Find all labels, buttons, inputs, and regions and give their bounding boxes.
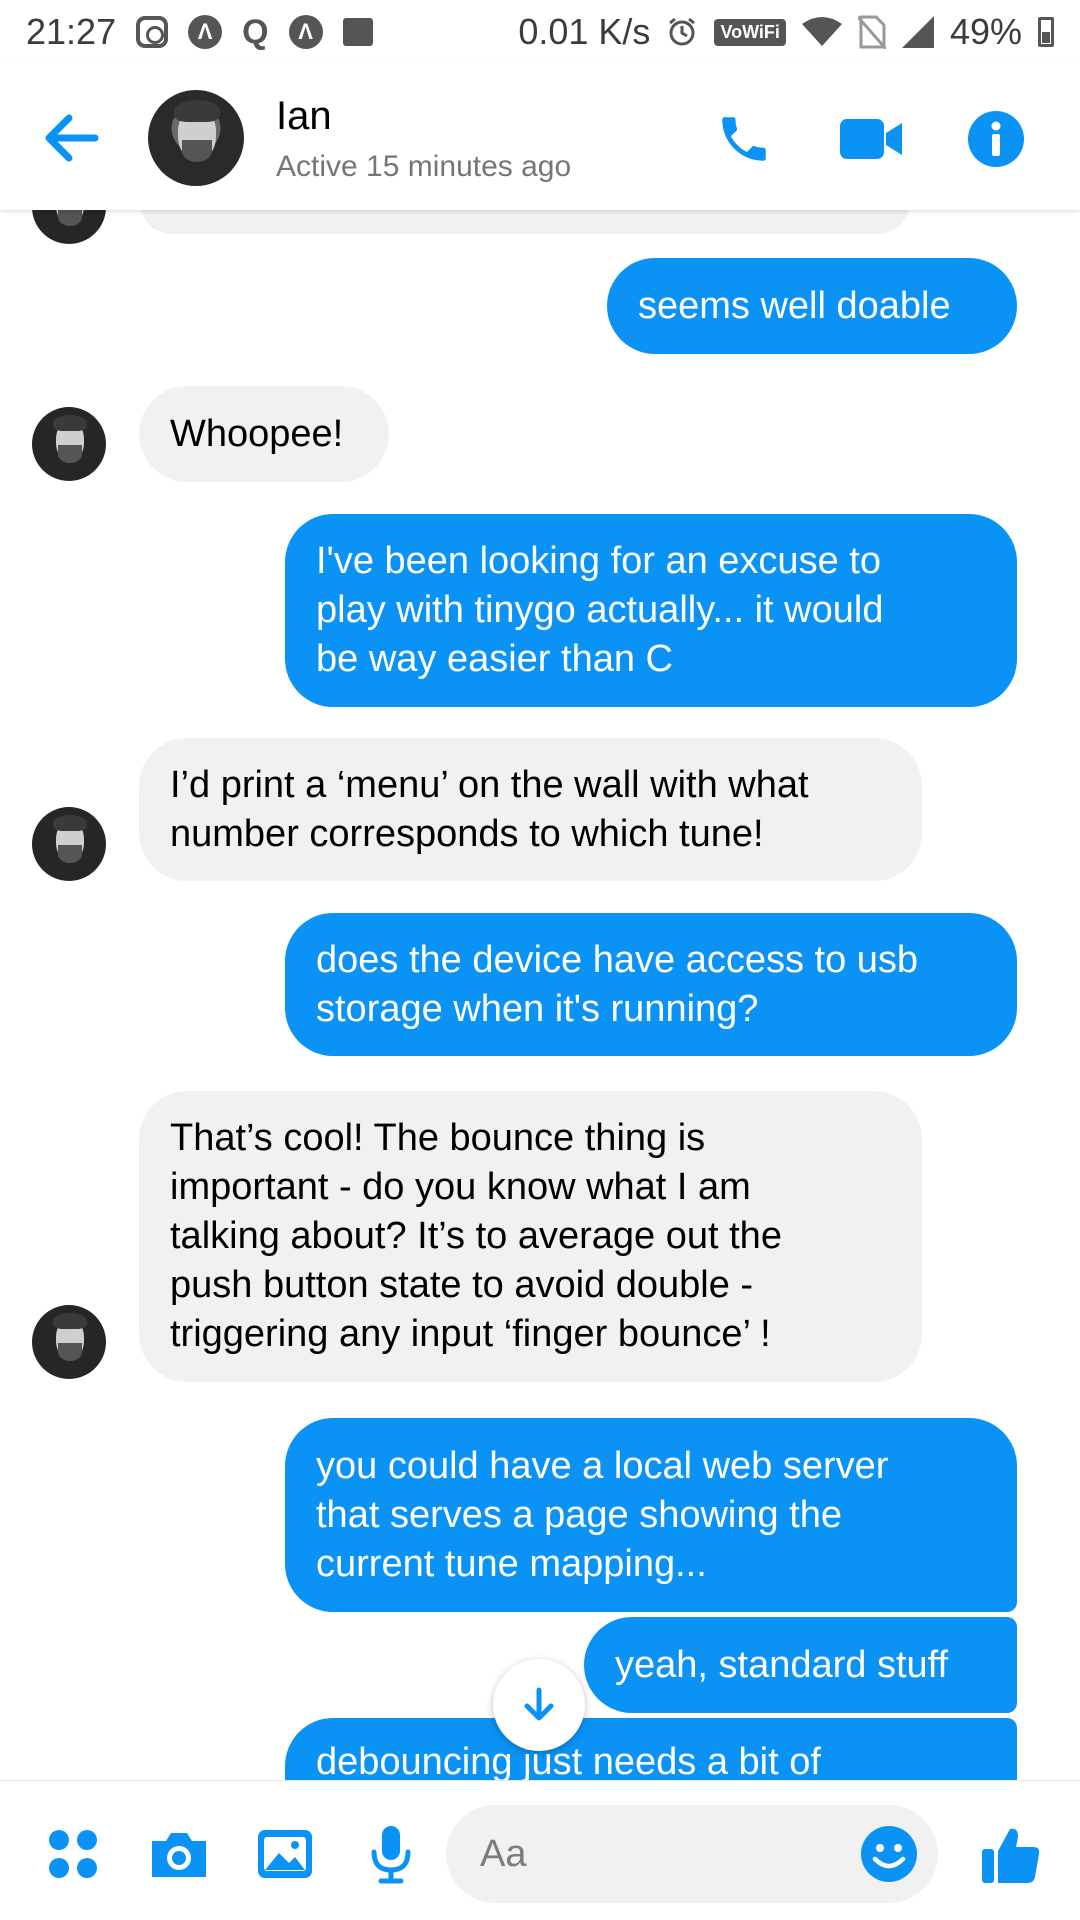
message-bubble-outgoing[interactable]: does the device have access to usb stora…	[285, 913, 1017, 1056]
sender-avatar	[32, 1305, 106, 1379]
camera-button[interactable]	[146, 1821, 212, 1887]
thumbs-up-icon	[982, 1828, 1040, 1883]
image-notification-icon	[342, 18, 373, 46]
microphone-icon	[371, 1826, 411, 1884]
apps-grid-icon	[49, 1830, 97, 1878]
more-actions-button[interactable]	[40, 1821, 106, 1887]
message-bubble-incoming[interactable]: That’s cool! The bounce thing is importa…	[139, 1091, 922, 1382]
arrow-down-icon	[524, 1687, 554, 1721]
signal-icon	[901, 16, 934, 48]
message-bubble-outgoing[interactable]: I've been looking for an excuse to play …	[285, 514, 1017, 707]
conversation-info-button[interactable]	[961, 104, 1031, 174]
arrow-left-icon	[45, 114, 99, 162]
message-bubble-incoming[interactable]: Whoopee!	[139, 386, 389, 482]
contact-avatar[interactable]	[148, 90, 244, 186]
gallery-button[interactable]	[252, 1821, 318, 1887]
scroll-to-bottom-button[interactable]	[493, 1659, 585, 1751]
conversation-header: Ian Active 15 minutes ago	[0, 64, 1080, 210]
status-time: 21:27	[26, 11, 117, 52]
message-list[interactable]: seems well doable Whoopee! I've been loo…	[0, 210, 1080, 1780]
send-like-button[interactable]	[978, 1821, 1044, 1887]
back-button[interactable]	[38, 108, 104, 168]
info-icon	[968, 111, 1024, 167]
video-call-button[interactable]	[836, 104, 906, 174]
emoji-button[interactable]	[860, 1825, 918, 1883]
battery-percent: 49%	[949, 11, 1022, 52]
contact-active-status: Active 15 minutes ago	[276, 150, 572, 183]
network-speed: 0.01 K/s	[518, 11, 651, 52]
status-left: 21:27 Λ Q Λ	[26, 11, 373, 53]
voice-message-button[interactable]	[358, 1821, 424, 1887]
notification-a2-icon: Λ	[288, 15, 323, 49]
message-bubble-outgoing[interactable]: you could have a local web server that s…	[285, 1418, 1017, 1612]
status-bar: 21:27 Λ Q Λ 0.01 K/s VoWiFi 49%	[0, 0, 1080, 64]
sender-avatar	[32, 407, 106, 481]
message-bubble-outgoing[interactable]: seems well doable	[607, 258, 1017, 354]
contact-name[interactable]: Ian	[276, 94, 332, 139]
vowifi-badge: VoWiFi	[714, 18, 786, 46]
no-sim-icon	[857, 15, 886, 49]
gallery-icon	[258, 1830, 312, 1878]
notification-a-icon: Λ	[188, 15, 223, 49]
message-bubble-outgoing[interactable]: yeah, standard stuff	[584, 1617, 1017, 1713]
message-composer	[0, 1780, 1080, 1920]
notification-q-icon: Q	[242, 12, 269, 51]
message-bubble-incoming[interactable]: I’d print a ‘menu’ on the wall with what…	[139, 738, 922, 881]
sender-avatar	[32, 210, 106, 244]
status-right: 0.01 K/s VoWiFi 49%	[518, 11, 1054, 53]
avatar-hair	[174, 100, 220, 122]
camera-icon	[152, 1833, 206, 1877]
wifi-icon	[801, 17, 842, 47]
sender-avatar	[32, 807, 106, 881]
emoji-icon	[861, 1826, 917, 1882]
battery-icon	[1038, 17, 1054, 47]
video-camera-icon	[840, 119, 902, 159]
avatar-beard	[182, 140, 212, 162]
message-bubble-incoming-partial	[140, 210, 910, 234]
instagram-icon	[136, 16, 169, 48]
voice-call-button[interactable]	[709, 104, 779, 174]
message-bubble-outgoing[interactable]: debouncing just needs a bit of	[285, 1718, 1017, 1780]
phone-icon	[722, 117, 766, 161]
alarm-icon	[666, 16, 698, 48]
